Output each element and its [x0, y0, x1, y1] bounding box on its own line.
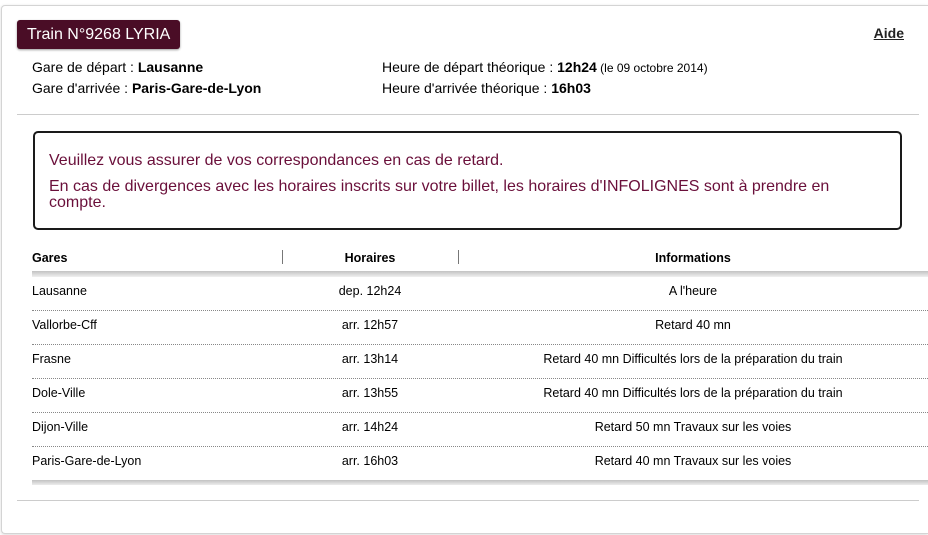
table-row: Dole-Ville arr. 13h55 Retard 40 mn Diffi… — [32, 379, 928, 413]
station-cell: Vallorbe-Cff — [32, 318, 97, 332]
notice-line-1: Veuillez vous assurer de vos corresponda… — [49, 152, 504, 169]
scheduled-arrival-label: Heure d'arrivée théorique : — [382, 80, 552, 96]
departure-station: Gare de départ : Lausanne — [32, 59, 203, 75]
info-cell: Retard 40 mn Difficultés lors de la prép… — [543, 352, 843, 366]
time-cell: dep. 12h24 — [338, 284, 402, 298]
info-cell: Retard 40 mn — [655, 318, 731, 332]
footer-divider — [17, 500, 919, 501]
table-row: Vallorbe-Cff arr. 12h57 Retard 40 mn — [32, 311, 928, 345]
column-header-horaires[interactable]: Horaires — [282, 251, 458, 265]
scheduled-departure: Heure de départ théorique : 12h24 (le 09… — [382, 59, 708, 75]
info-cell: Retard 40 mn Difficultés lors de la prép… — [543, 386, 843, 400]
arrival-station-label: Gare d'arrivée : — [32, 80, 132, 96]
info-cell: Retard 40 mn Travaux sur les voies — [594, 454, 792, 468]
table-row: Lausanne dep. 12h24 A l'heure — [32, 277, 928, 311]
scheduled-arrival: Heure d'arrivée théorique : 16h03 — [382, 80, 591, 96]
arrival-station-value: Paris-Gare-de-Lyon — [131, 80, 262, 96]
help-link[interactable]: Aide — [874, 25, 904, 41]
station-cell: Dole-Ville — [32, 386, 86, 400]
scheduled-arrival-value: 16h03 — [551, 80, 591, 96]
station-cell: Paris-Gare-de-Lyon — [32, 454, 142, 468]
table-row: Dijon-Ville arr. 14h24 Retard 50 mn Trav… — [32, 413, 928, 447]
time-cell: arr. 13h14 — [341, 352, 399, 366]
scheduled-departure-value: 12h24 — [557, 59, 597, 75]
timetable-header: Gares Horaires Informations — [32, 249, 928, 273]
table-row: Paris-Gare-de-Lyon arr. 16h03 Retard 40 … — [32, 447, 928, 485]
timetable-body: Lausanne dep. 12h24 A l'heure Vallorbe-C… — [32, 277, 928, 485]
time-cell: arr. 13h55 — [341, 386, 399, 400]
scheduled-departure-label: Heure de départ théorique : — [382, 59, 558, 75]
table-bottom-shadow — [32, 480, 928, 485]
time-cell: arr. 16h03 — [341, 454, 399, 468]
table-row: Frasne arr. 13h14 Retard 40 mn Difficult… — [32, 345, 928, 379]
departure-date: (le 09 octobre 2014) — [596, 61, 708, 75]
arrival-station: Gare d'arrivée : Paris-Gare-de-Lyon — [32, 80, 261, 96]
header-divider — [17, 114, 919, 115]
column-header-gares[interactable]: Gares — [32, 251, 67, 265]
time-cell: arr. 14h24 — [341, 420, 399, 434]
info-cell: Retard 50 mn Travaux sur les voies — [594, 420, 792, 434]
train-title-badge: Train N°9268 LYRIA — [17, 20, 181, 49]
time-cell: arr. 12h57 — [341, 318, 399, 332]
station-cell: Dijon-Ville — [32, 420, 89, 434]
station-cell: Lausanne — [32, 284, 87, 298]
station-cell: Frasne — [32, 352, 71, 366]
delay-notice-box: Veuillez vous assurer de vos corresponda… — [33, 131, 902, 230]
departure-station-value: Lausanne — [137, 59, 204, 75]
notice-line-2: En cas de divergences avec les horaires … — [49, 178, 830, 211]
column-header-informations[interactable]: Informations — [458, 251, 928, 265]
departure-station-label: Gare de départ : — [32, 59, 138, 75]
info-cell: A l'heure — [668, 284, 718, 298]
